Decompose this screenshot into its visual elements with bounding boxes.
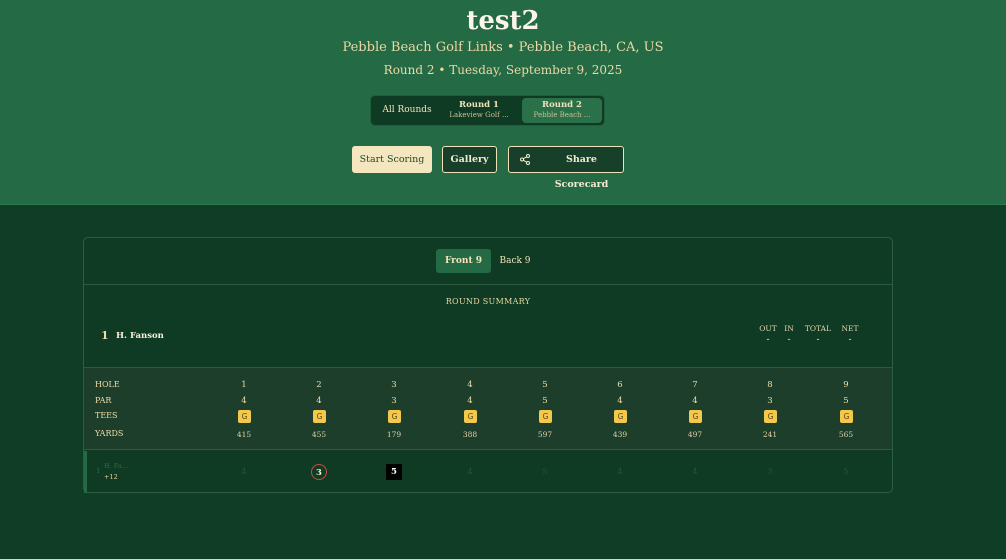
tee-badge: G <box>840 410 853 423</box>
hole-par: 3 <box>391 396 397 406</box>
hole-label: HOLE <box>95 380 120 389</box>
round-header: test2 Pebble Beach Golf Links • Pebble B… <box>0 0 1006 205</box>
in-header: IN <box>784 324 794 333</box>
round-date: Round 2 • Tuesday, September 9, 2025 <box>383 63 623 77</box>
player-score-row[interactable]: 1 H. Fa... +12 4 3 5 4 5 4 4 3 5 <box>84 451 892 493</box>
tab-back-9[interactable]: Back 9 <box>496 249 534 273</box>
par-label: PAR <box>95 396 112 405</box>
hole-yards: 565 <box>838 430 854 439</box>
hole-par: 3 <box>767 396 773 406</box>
hole-score-cell[interactable]: 4 <box>612 464 628 480</box>
hole-score-cell[interactable]: 5 <box>386 464 402 480</box>
score-player-name: H. Fa... <box>104 462 128 470</box>
hole-yards: 388 <box>462 430 478 439</box>
out-value: - <box>766 335 770 345</box>
tee-badge: G <box>689 410 702 423</box>
score-player-handicap: +12 <box>104 473 118 481</box>
yards-label: YARDS <box>95 429 124 438</box>
gallery-button[interactable]: Gallery <box>442 146 497 173</box>
net-header: NET <box>841 324 859 333</box>
tab-round-1[interactable]: Round 1 Lakeview Golf ... <box>443 98 515 123</box>
total-score: TOTAL - <box>803 324 833 345</box>
tee-badge: G <box>539 410 552 423</box>
hole-yards: 241 <box>762 430 778 439</box>
tee-badge: G <box>464 410 477 423</box>
hole-number: 5 <box>542 380 548 390</box>
hole-info-grid: HOLE PAR TEES YARDS 1 2 3 4 5 6 7 8 9 4 4 3 4 5 4 4 3 5 41… <box>84 367 892 450</box>
hole-number: 3 <box>391 380 397 390</box>
tab-front-9[interactable]: Front 9 <box>436 249 491 273</box>
tee-badge: G <box>238 410 251 423</box>
tees-label: TEES <box>95 411 118 420</box>
hole-number: 7 <box>692 380 698 390</box>
hole-yards: 439 <box>612 430 628 439</box>
hole-par: 5 <box>542 396 548 406</box>
tab-round-1-label: Round 1 <box>459 100 499 110</box>
hole-par: 4 <box>241 396 247 406</box>
hole-score-cell[interactable]: 3 <box>311 464 327 480</box>
hole-par: 4 <box>692 396 698 406</box>
net-value: - <box>848 335 852 345</box>
hole-number: 8 <box>767 380 773 390</box>
hole-par: 5 <box>843 396 849 406</box>
tee-badge: G <box>614 410 627 423</box>
hole-number: 9 <box>843 380 849 390</box>
tee-badge: G <box>313 410 326 423</box>
share-icon <box>520 154 530 165</box>
out-header: OUT <box>759 324 777 333</box>
tab-round-2[interactable]: Round 2 Pebble Beach ... <box>522 98 602 123</box>
hole-yards: 415 <box>236 430 252 439</box>
player-name: H. Fanson <box>116 331 164 341</box>
hole-par: 4 <box>316 396 322 406</box>
hole-yards: 179 <box>386 430 402 439</box>
hole-number: 6 <box>617 380 623 390</box>
summary-player-row: 1 H. Fanson OUT - IN - TOTAL - NET - <box>84 324 892 364</box>
hole-par: 4 <box>467 396 473 406</box>
score-player-number: 1 <box>96 467 101 475</box>
total-value: - <box>816 335 820 345</box>
course-location: Pebble Beach Golf Links • Pebble Beach, … <box>342 40 664 55</box>
in-total: IN - <box>782 324 796 345</box>
tab-all-rounds[interactable]: All Rounds <box>375 98 439 123</box>
tab-round-2-course: Pebble Beach ... <box>533 111 591 119</box>
hole-score-cell[interactable]: 5 <box>838 464 854 480</box>
tee-badge: G <box>764 410 777 423</box>
player-number: 1 <box>101 329 109 342</box>
out-total: OUT - <box>757 324 779 345</box>
hole-score-cell[interactable]: 4 <box>687 464 703 480</box>
hole-yards: 597 <box>537 430 553 439</box>
hole-score-cell[interactable]: 4 <box>236 464 252 480</box>
net-score: NET - <box>840 324 860 345</box>
hole-score-cell[interactable]: 4 <box>462 464 478 480</box>
in-value: - <box>787 335 791 345</box>
tee-badge: G <box>388 410 401 423</box>
start-scoring-button[interactable]: Start Scoring <box>352 146 432 173</box>
hole-number: 4 <box>467 380 473 390</box>
tab-round-2-label: Round 2 <box>542 100 582 110</box>
scorecard-card: Front 9 Back 9 ROUND SUMMARY 1 H. Fanson… <box>83 237 893 493</box>
hole-score-cell[interactable]: 3 <box>762 464 778 480</box>
total-header: TOTAL <box>804 324 832 333</box>
hole-number: 1 <box>241 380 247 390</box>
divider <box>84 284 892 285</box>
round-summary-title: ROUND SUMMARY <box>445 297 531 306</box>
hole-score-cell[interactable]: 5 <box>537 464 553 480</box>
share-scorecard-label: Share Scorecard <box>554 154 609 190</box>
round-tabs: All Rounds Round 1 Lakeview Golf ... Rou… <box>370 95 605 126</box>
hole-yards: 455 <box>311 430 327 439</box>
hole-number: 2 <box>316 380 322 390</box>
share-scorecard-button[interactable]: Share Scorecard <box>508 146 624 190</box>
hole-yards: 497 <box>687 430 703 439</box>
tab-round-1-course: Lakeview Golf ... <box>449 111 509 119</box>
page-title: test2 <box>466 6 540 36</box>
hole-par: 4 <box>617 396 623 406</box>
